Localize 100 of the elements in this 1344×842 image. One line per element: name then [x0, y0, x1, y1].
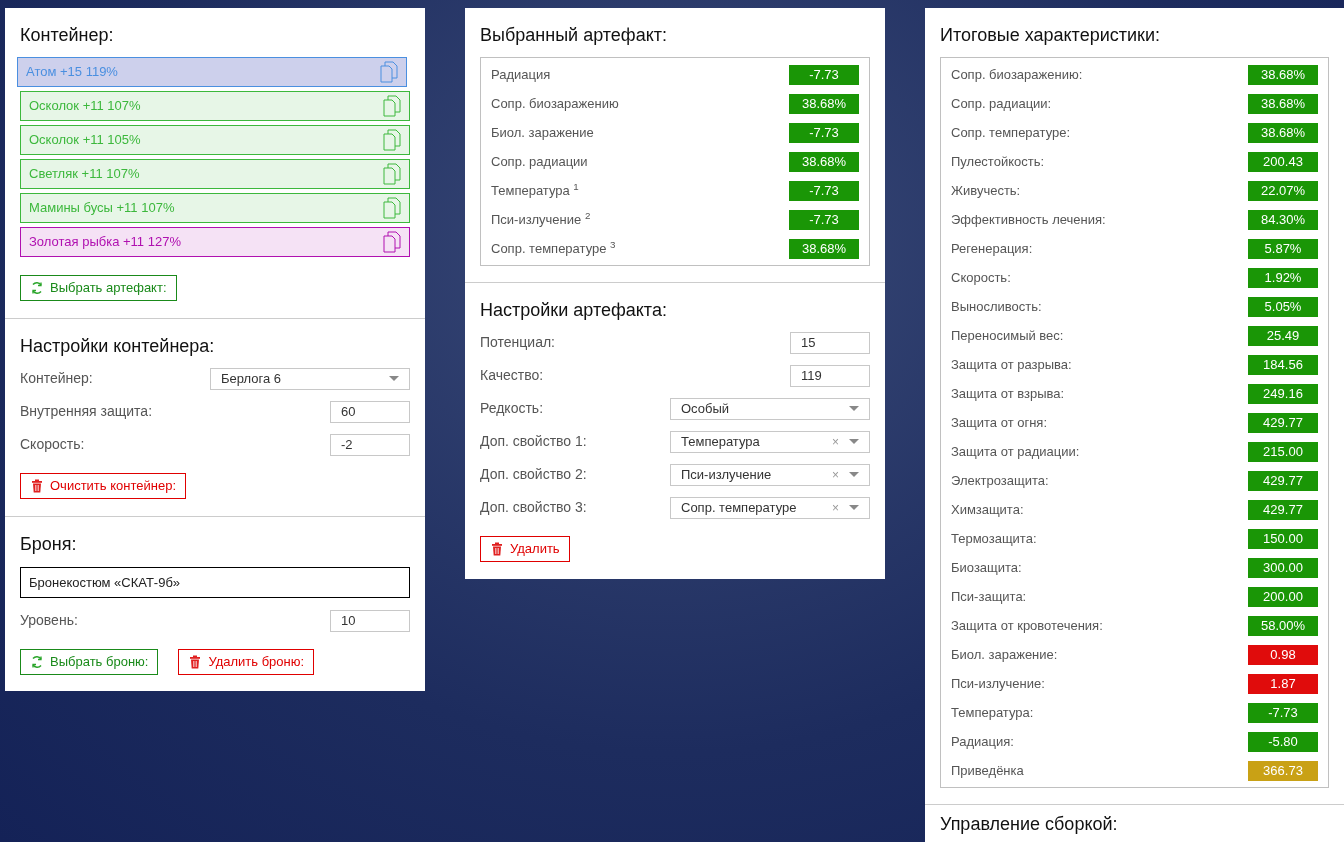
stat-label: Пулестойкость:	[951, 152, 1045, 171]
field-label: Внутренняя защита:	[20, 402, 153, 421]
stat-value: 200.00	[1248, 586, 1318, 607]
stat-value: -5.80	[1248, 731, 1318, 752]
stat-value: 38.68%	[789, 238, 859, 259]
stat-value: -7.73	[789, 122, 859, 143]
caret-icon	[849, 504, 859, 511]
stat-value: 200.43	[1248, 151, 1318, 172]
clear-icon[interactable]: ×	[832, 498, 839, 517]
section-title: Настройки контейнера:	[20, 335, 216, 357]
caret-icon	[389, 375, 399, 382]
armor-name[interactable]: Бронекостюм «СКАТ-9б»	[20, 567, 410, 598]
stat-label: Защита от радиации:	[951, 442, 1080, 461]
trash-icon	[188, 655, 203, 669]
stat-label: Сопр. радиации	[491, 152, 588, 171]
copy-icon[interactable]	[383, 95, 401, 117]
refresh-icon	[30, 655, 44, 669]
stat-label: Регенерация:	[951, 239, 1033, 258]
stat-value: 429.77	[1248, 470, 1318, 491]
copy-icon[interactable]	[380, 61, 398, 83]
stat-label: Защита от разрыва:	[951, 355, 1072, 374]
refresh-icon	[30, 281, 44, 295]
section-title: Настройки артефакта:	[480, 299, 668, 321]
dropdown[interactable]: Берлога 6	[210, 367, 410, 390]
field-label: Потенциал:	[480, 333, 555, 352]
stat-value: 5.87%	[1248, 238, 1318, 259]
field-label: Доп. свойство 3:	[480, 498, 587, 517]
stat-value: 150.00	[1248, 528, 1318, 549]
artifact-item[interactable]: Золотая рыбка +11 127%	[20, 227, 410, 257]
field-label: Доп. свойство 2:	[480, 465, 587, 484]
copy-icon[interactable]	[383, 197, 401, 219]
stat-value: 38.68%	[1248, 64, 1318, 85]
stat-value: 249.16	[1248, 383, 1318, 404]
section-title: Броня:	[20, 533, 78, 555]
stat-value: 25.49	[1248, 325, 1318, 346]
delete-button[interactable]: Очистить контейнер:	[20, 473, 186, 499]
stat-label: Приведёнка	[951, 761, 1024, 780]
stat-label: Термозащита:	[951, 529, 1037, 548]
stat-value: 429.77	[1248, 499, 1318, 520]
dropdown[interactable]: Пси-излучение ×	[670, 463, 870, 486]
dropdown[interactable]: Особый	[670, 397, 870, 420]
stat-label: Радиация:	[951, 732, 1014, 751]
number-input[interactable]: 15	[790, 331, 870, 354]
stat-label: Защита от кровотечения:	[951, 616, 1103, 635]
stat-value: 38.68%	[1248, 93, 1318, 114]
stat-value: 366.73	[1248, 760, 1318, 781]
clear-icon[interactable]: ×	[832, 465, 839, 484]
stat-value: -7.73	[789, 209, 859, 230]
stat-label: Пси-защита:	[951, 587, 1027, 606]
field-label: Доп. свойство 1:	[480, 432, 587, 451]
stat-label: Живучесть:	[951, 181, 1021, 200]
trash-icon	[490, 542, 504, 556]
number-input[interactable]: 119	[790, 364, 870, 387]
stat-label: Сопр. биозаражению:	[951, 65, 1083, 84]
stat-label: Биозащита:	[951, 558, 1022, 577]
copy-icon[interactable]	[383, 231, 401, 253]
stat-label: Выносливость:	[951, 297, 1042, 316]
stat-label: Химзащита:	[951, 500, 1024, 519]
stat-label: Сопр. температуре:	[951, 123, 1071, 142]
stat-label: Сопр. биозаражению	[491, 94, 619, 113]
copy-icon[interactable]	[383, 129, 401, 151]
number-input[interactable]: 60	[330, 400, 410, 423]
stat-value: 38.68%	[789, 93, 859, 114]
stat-label: Переносимый вес:	[951, 326, 1064, 345]
stat-value: 38.68%	[1248, 122, 1318, 143]
dropdown[interactable]: Сопр. температуре ×	[670, 496, 870, 519]
caret-icon	[849, 405, 859, 412]
dropdown[interactable]: Температура ×	[670, 430, 870, 453]
number-input[interactable]: 10	[330, 609, 410, 632]
stat-value: 1.92%	[1248, 267, 1318, 288]
stat-label: Пси-излучение:	[951, 674, 1045, 693]
field-label: Качество:	[480, 366, 544, 385]
caret-icon	[849, 471, 859, 478]
delete-button[interactable]: Удалить	[480, 536, 570, 562]
stat-value: -7.73	[789, 64, 859, 85]
caret-icon	[849, 438, 859, 445]
section-title: Итоговые характеристики:	[940, 24, 1161, 46]
delete-button[interactable]: Удалить броню:	[178, 649, 315, 675]
stat-label: Температура:	[951, 703, 1034, 722]
section-title: Управление сборкой:	[940, 813, 1119, 835]
stat-value: 1.87	[1248, 673, 1318, 694]
stat-label: Радиация	[491, 65, 551, 84]
clear-icon[interactable]: ×	[832, 432, 839, 451]
stat-label: Скорость:	[951, 268, 1011, 287]
stat-value: 58.00%	[1248, 615, 1318, 636]
trash-icon	[30, 479, 44, 493]
select-button[interactable]: Выбрать артефакт:	[20, 275, 177, 301]
number-input[interactable]: -2	[330, 433, 410, 456]
stat-label: Электрозащита:	[951, 471, 1049, 490]
stat-label: Эффективность лечения:	[951, 210, 1106, 229]
stat-value: 184.56	[1248, 354, 1318, 375]
stat-value: 84.30%	[1248, 209, 1318, 230]
stat-value: -7.73	[1248, 702, 1318, 723]
stat-value: 0.98	[1248, 644, 1318, 665]
section-title: Контейнер:	[20, 24, 115, 46]
copy-icon[interactable]	[383, 163, 401, 185]
stat-label: Сопр. радиации:	[951, 94, 1052, 113]
stat-value: 22.07%	[1248, 180, 1318, 201]
select-button[interactable]: Выбрать броню:	[20, 649, 159, 675]
field-label: Редкость:	[480, 399, 544, 418]
